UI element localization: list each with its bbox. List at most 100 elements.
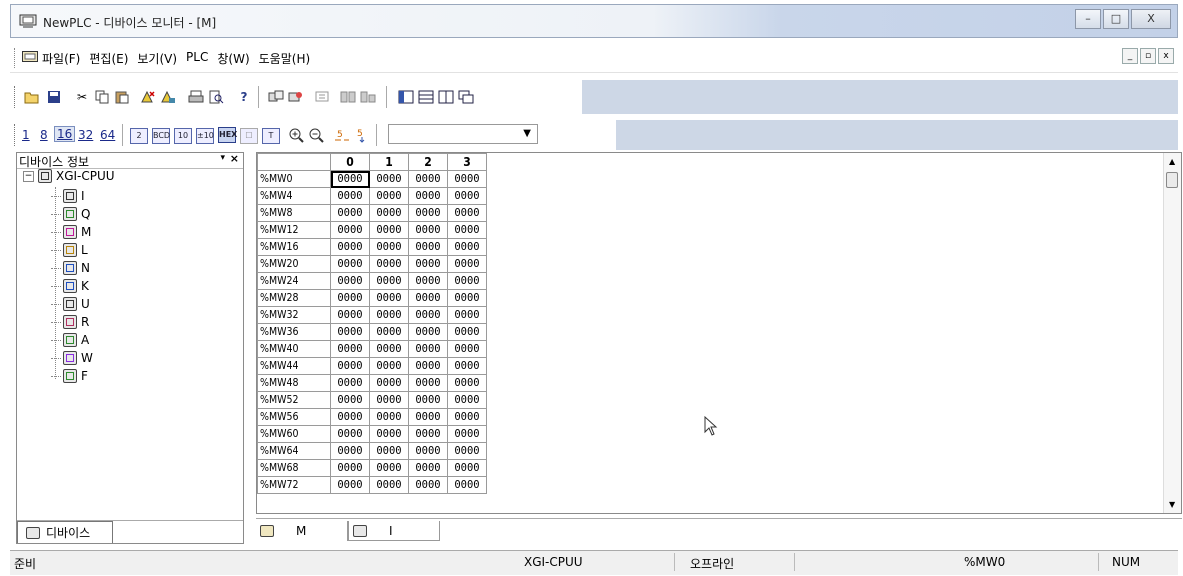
tree-item-device[interactable]: L [51,241,88,259]
format-1-bit[interactable]: 1 [22,128,30,142]
zoom-out-icon[interactable] [308,127,324,143]
value-cell[interactable]: 0000 [447,306,487,324]
monitor-icon[interactable] [314,89,330,105]
value-cell[interactable]: 0000 [330,289,370,307]
tree-item-device[interactable]: R [51,313,89,331]
value-cell[interactable]: 0000 [330,340,370,358]
value-cell[interactable]: 0000 [447,459,487,477]
format-64-bit[interactable]: 64 [100,128,115,142]
add-device-icon[interactable] [160,89,176,105]
tab-device[interactable]: 디바이스 [17,521,113,543]
value-cell[interactable]: 0000 [447,255,487,273]
value-cell[interactable]: 0000 [369,306,409,324]
value-cell[interactable]: 0000 [447,204,487,222]
device-combo[interactable]: ▼ [388,124,538,144]
format-16-bit[interactable]: 16 [54,126,76,142]
value-cell[interactable]: 0000 [447,289,487,307]
mdi-minimize-button[interactable]: _ [1122,48,1138,64]
value-cell[interactable]: 0000 [408,459,448,477]
toolbar-grip[interactable] [14,124,18,146]
sort-ascending-icon[interactable]: 5 [334,127,350,143]
value-cell[interactable]: 0000 [369,374,409,392]
value-cell[interactable]: 0000 [408,408,448,426]
value-cell[interactable]: 0000 [330,425,370,443]
value-cell[interactable]: 0000 [330,357,370,375]
value-cell[interactable]: 0000 [447,391,487,409]
horizontal-tile-icon[interactable] [418,89,434,105]
pin-icon[interactable]: ▾ [220,153,225,163]
copy-icon[interactable] [94,89,110,105]
online-icon[interactable] [288,89,304,105]
value-cell[interactable]: 0000 [447,442,487,460]
menu-edit[interactable]: 편집(E) [89,50,128,67]
scroll-up-icon[interactable]: ▲ [1169,157,1175,166]
menu-view[interactable]: 보기(V) [137,50,177,67]
value-cell[interactable]: 0000 [408,204,448,222]
tree-item-device[interactable]: N [51,259,90,277]
value-cell[interactable]: 0000 [369,357,409,375]
value-cell[interactable]: 0000 [369,442,409,460]
value-cell[interactable]: 0000 [447,323,487,341]
signed-decimal-format-button[interactable]: ±10 [196,128,214,144]
tree-item-device[interactable]: K [51,277,89,295]
format-32-bit[interactable]: 32 [78,128,93,142]
value-cell[interactable]: 0000 [408,289,448,307]
project-window-icon[interactable] [398,89,414,105]
value-cell[interactable]: 0000 [330,391,370,409]
bcd-format-button[interactable]: BCD [152,128,170,144]
binary-format-button[interactable]: 2 [130,128,148,144]
minimize-button[interactable]: – [1075,9,1101,29]
scroll-thumb[interactable] [1166,172,1178,188]
menu-plc[interactable]: PLC [186,50,208,67]
value-cell[interactable]: 0000 [330,272,370,290]
value-cell[interactable]: 0000 [408,238,448,256]
value-cell[interactable]: 0000 [330,170,370,188]
print-icon[interactable] [188,89,204,105]
value-cell[interactable]: 0000 [369,425,409,443]
write-icon[interactable] [340,89,356,105]
value-cell[interactable]: 0000 [369,340,409,358]
value-cell[interactable]: 0000 [330,238,370,256]
tree-root[interactable]: − XGI-CPUU [23,169,115,183]
cascade-icon[interactable] [458,89,474,105]
mdi-restore-button[interactable]: ▫ [1140,48,1156,64]
vertical-scrollbar[interactable]: ▲ ▼ [1163,153,1181,513]
chevron-down-icon[interactable]: ▼ [523,128,531,139]
save-icon[interactable] [46,89,62,105]
open-icon[interactable] [24,89,40,105]
value-cell[interactable]: 0000 [408,323,448,341]
value-cell[interactable]: 0000 [369,323,409,341]
value-cell[interactable]: 0000 [369,255,409,273]
value-cell[interactable]: 0000 [447,340,487,358]
value-cell[interactable]: 0000 [447,187,487,205]
decimal-format-button[interactable]: 10 [174,128,192,144]
value-cell[interactable]: 0000 [408,476,448,494]
value-cell[interactable]: 0000 [369,238,409,256]
value-cell[interactable]: 0000 [369,170,409,188]
value-cell[interactable]: 0000 [369,221,409,239]
value-cell[interactable]: 0000 [408,272,448,290]
tree-item-device[interactable]: W [51,349,93,367]
value-cell[interactable]: 0000 [330,476,370,494]
value-cell[interactable]: 0000 [408,255,448,273]
tree-item-device[interactable]: F [51,367,88,385]
value-cell[interactable]: 0000 [369,476,409,494]
sort-descending-icon[interactable]: 5 [354,127,370,143]
value-cell[interactable]: 0000 [447,408,487,426]
value-cell[interactable]: 0000 [330,442,370,460]
format-8-bit[interactable]: 8 [40,128,48,142]
value-cell[interactable]: 0000 [447,425,487,443]
value-cell[interactable]: 0000 [447,476,487,494]
menu-window[interactable]: 창(W) [217,50,249,67]
tree-item-device[interactable]: Q [51,205,90,223]
menu-file[interactable]: 파일(F) [42,50,80,67]
tree-item-device[interactable]: U [51,295,90,313]
value-cell[interactable]: 0000 [369,272,409,290]
value-cell[interactable]: 0000 [330,323,370,341]
menu-help[interactable]: 도움말(H) [259,50,311,67]
value-cell[interactable]: 0000 [447,272,487,290]
value-cell[interactable]: 0000 [408,306,448,324]
value-cell[interactable]: 0000 [369,289,409,307]
tree-item-device[interactable]: I [51,187,85,205]
value-cell[interactable]: 0000 [369,459,409,477]
